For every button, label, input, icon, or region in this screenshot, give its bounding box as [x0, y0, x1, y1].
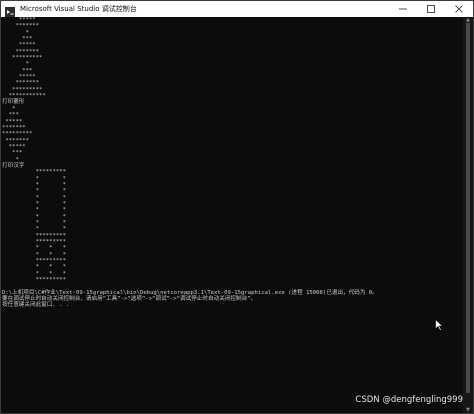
console-line: *****	[2, 17, 36, 23]
title-bar[interactable]: Microsoft Visual Studio 调试控制台	[1, 1, 473, 17]
console-line: *****	[2, 143, 26, 150]
console-line: *****	[2, 42, 36, 49]
window-controls	[389, 1, 473, 17]
minimize-button[interactable]	[389, 1, 417, 17]
console-line: *********	[2, 277, 66, 284]
scroll-down-icon[interactable]: ▼	[464, 407, 472, 413]
console-text: ***** ******* * *** ***** ******* ******…	[1, 17, 463, 309]
mouse-cursor-icon	[435, 319, 443, 331]
console-line: *******	[2, 23, 40, 30]
console-line: ***	[2, 150, 23, 157]
console-window: Microsoft Visual Studio 调试控制台 ***** ****…	[0, 0, 474, 414]
console-line: * *	[2, 220, 66, 226]
console-output[interactable]: ***** ******* * *** ***** ******* ******…	[1, 17, 463, 413]
close-button[interactable]	[445, 1, 473, 17]
minimize-icon	[399, 8, 407, 10]
console-line: * *	[2, 181, 66, 188]
console-line: *****	[2, 118, 23, 125]
console-line: *********	[2, 239, 66, 246]
window-title: Microsoft Visual Studio 调试控制台	[20, 5, 137, 13]
console-line: * * *	[2, 270, 66, 277]
console-line: *********	[2, 232, 66, 239]
console-line: ***	[2, 112, 19, 119]
section-heading: 打印汉字	[2, 162, 25, 169]
console-line: ***	[2, 36, 33, 43]
console-line: *******	[2, 48, 40, 55]
console-line: * *	[2, 194, 66, 201]
console-line: * *	[2, 207, 66, 214]
exit-message: D:\上机项目\C#作业\Text-09-15graphical\bin\Deb…	[2, 289, 378, 296]
console-line: * *	[2, 213, 66, 220]
console-line: *****	[2, 74, 36, 81]
console-line: *********	[2, 55, 43, 62]
console-line: *******	[2, 137, 29, 144]
console-line: *******	[2, 124, 26, 131]
console-line: * * *	[2, 245, 66, 252]
maximize-icon	[427, 5, 435, 13]
csdn-watermark: CSDN @dengfengling999	[355, 395, 463, 405]
visual-studio-icon	[5, 4, 15, 17]
console-line: *	[2, 156, 19, 163]
section-heading: 打印菱形	[2, 99, 25, 106]
console-line: * *	[2, 188, 66, 195]
console-line: *********	[2, 169, 66, 176]
console-line: *	[2, 29, 29, 36]
console-line: * *	[2, 200, 66, 207]
console-line: * *	[2, 175, 66, 182]
console-line: * *	[2, 226, 66, 233]
maximize-button[interactable]	[417, 1, 445, 17]
console-line: * * *	[2, 264, 66, 271]
console-line: *********	[2, 258, 66, 265]
vertical-scrollbar[interactable]: ▲ ▼	[463, 17, 473, 413]
close-icon	[455, 5, 463, 13]
press-key-message: 按任意键关闭此窗口. . .	[2, 302, 70, 309]
scrollbar-thumb[interactable]	[466, 23, 470, 393]
console-line: * * *	[2, 251, 66, 258]
console-line: ***	[2, 67, 33, 74]
console-line: *******	[2, 80, 40, 87]
console-line: *********	[2, 131, 33, 138]
console-line: *	[2, 61, 29, 68]
console-line: *	[2, 105, 16, 112]
console-line: *********	[2, 86, 43, 93]
